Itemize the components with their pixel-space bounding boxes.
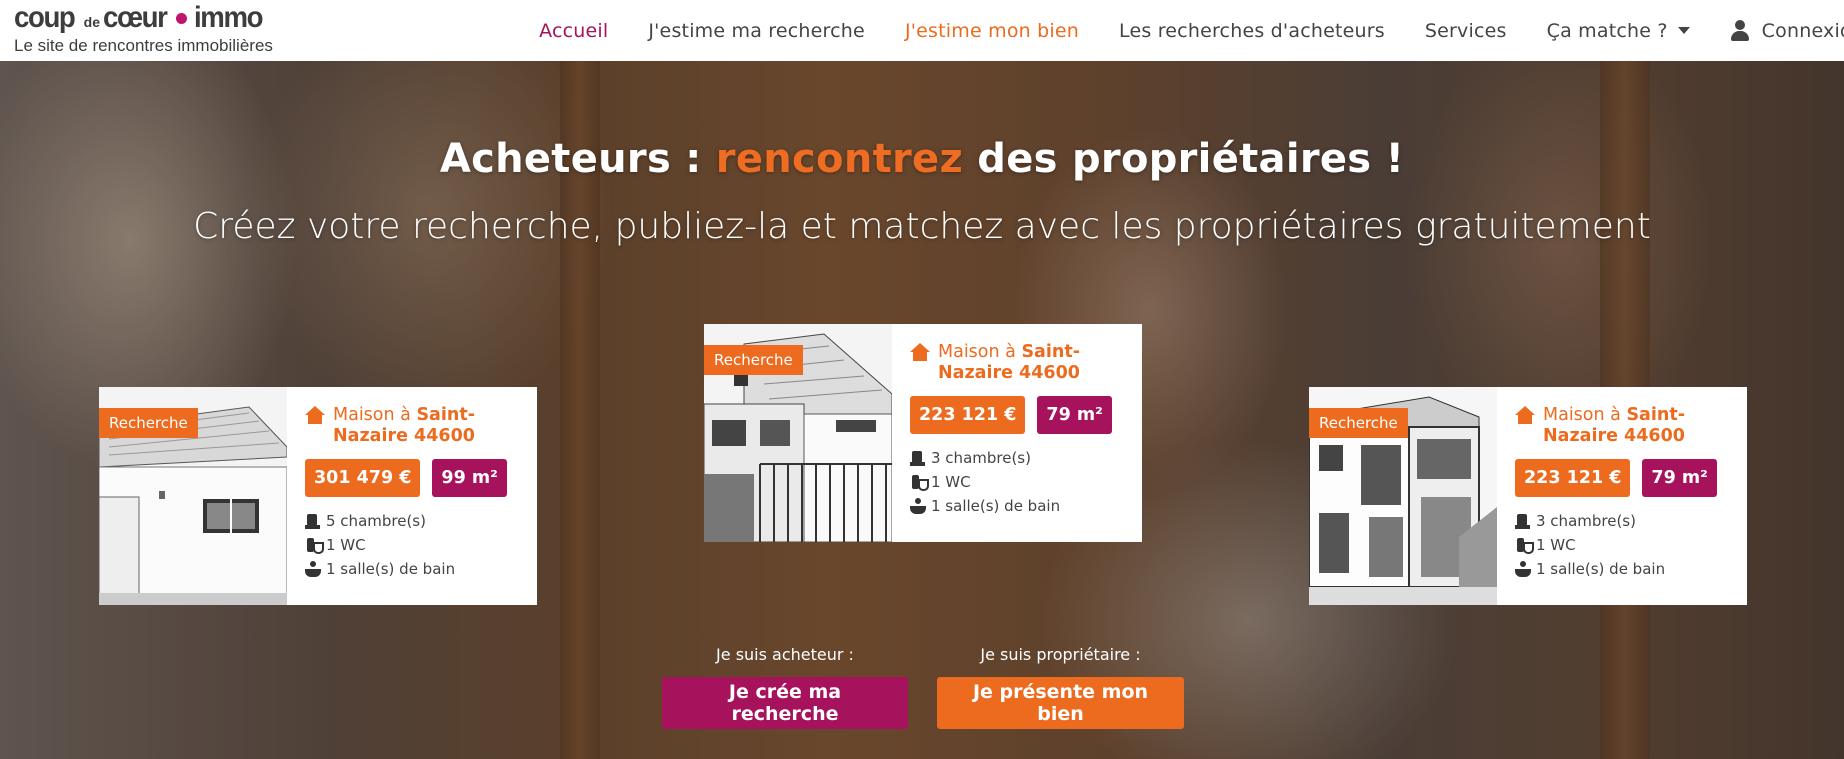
toilet-icon	[1515, 537, 1534, 554]
hero-title-part: des propriétaires !	[963, 136, 1405, 182]
site-logo[interactable]: coup de cœur immo Le site de rencontres …	[14, 1, 294, 56]
bath-icon	[1515, 561, 1531, 577]
listing-features: 3 chambre(s) 1 WC 1 salle(s) de bain	[1515, 509, 1747, 581]
listing-type: Maison à	[1543, 405, 1627, 425]
bed-icon	[910, 450, 926, 466]
logo-dot-icon	[176, 12, 188, 24]
listing-type: Maison à	[938, 342, 1022, 362]
listing-title[interactable]: Maison à Saint-Nazaire 44600	[910, 342, 1142, 384]
feature-wc: 1 WC	[305, 533, 537, 557]
nav-item-ca-matche-dropdown[interactable]: Ça matche ?	[1547, 20, 1690, 42]
feature-text: 3 chambre(s)	[931, 449, 1031, 467]
feature-text: 1 WC	[1536, 536, 1576, 554]
search-badge: Recherche	[704, 345, 803, 375]
nav-item-accueil[interactable]: Accueil	[539, 20, 608, 42]
bath-icon	[910, 498, 926, 514]
price-badge: 223 121 €	[910, 396, 1026, 434]
feature-text: 3 chambre(s)	[1536, 512, 1636, 530]
listing-details: Maison à Saint-Nazaire 44600 223 121 € 7…	[892, 324, 1142, 542]
hero-section: Acheteurs : rencontrez des propriétaires…	[0, 61, 1844, 759]
owner-label: Je suis propriétaire :	[980, 645, 1141, 664]
home-icon	[1515, 406, 1535, 425]
listing-type: Maison à	[333, 405, 417, 425]
listing-image: Recherche	[704, 324, 892, 542]
feature-text: 1 WC	[326, 536, 366, 554]
top-navbar: coup de cœur immo Le site de rencontres …	[0, 0, 1844, 61]
listing-title-text: Maison à Saint-Nazaire 44600	[1543, 405, 1747, 447]
toilet-icon	[305, 537, 324, 554]
listing-title-text: Maison à Saint-Nazaire 44600	[333, 405, 537, 447]
hero-title: Acheteurs : rencontrez des propriétaires…	[0, 136, 1844, 182]
listing-features: 5 chambre(s) 1 WC 1 salle(s) de bain	[305, 509, 537, 581]
listing-title[interactable]: Maison à Saint-Nazaire 44600	[305, 405, 537, 447]
price-badge: 223 121 €	[1515, 459, 1631, 497]
listing-title[interactable]: Maison à Saint-Nazaire 44600	[1515, 405, 1747, 447]
bed-icon	[305, 513, 321, 529]
listing-tags: 223 121 € 79 m²	[910, 396, 1142, 434]
logo-text-de: de	[83, 14, 101, 30]
logo-text-coup: coup	[14, 1, 76, 34]
area-badge: 79 m²	[1642, 459, 1717, 497]
area-badge: 99 m²	[432, 459, 507, 497]
feature-wc: 1 WC	[910, 470, 1142, 494]
hero-title-accent: rencontrez	[715, 136, 964, 182]
feature-text: 1 WC	[931, 473, 971, 491]
bath-icon	[305, 561, 321, 577]
feature-text: 1 salle(s) de bain	[1536, 560, 1666, 578]
present-property-button[interactable]: Je présente mon bien	[937, 677, 1184, 729]
create-search-button[interactable]: Je crée ma recherche	[662, 677, 908, 729]
price-badge: 301 479 €	[305, 459, 421, 497]
home-icon	[305, 406, 325, 425]
logo-text-coeur: cœur	[103, 1, 168, 34]
listing-title-text: Maison à Saint-Nazaire 44600	[938, 342, 1142, 384]
listing-tags: 223 121 € 79 m²	[1515, 459, 1747, 497]
feature-bathrooms: 1 salle(s) de bain	[1515, 557, 1747, 581]
nav-item-services[interactable]: Services	[1425, 20, 1507, 42]
listing-details: Maison à Saint-Nazaire 44600 301 479 € 9…	[287, 387, 537, 605]
feature-bedrooms: 5 chambre(s)	[305, 509, 537, 533]
logo-text-immo: immo	[194, 1, 263, 34]
listing-image: Recherche	[99, 387, 287, 605]
hero-title-part: Acheteurs :	[439, 136, 716, 182]
listing-card[interactable]: Recherche Maison à Saint-Nazaire 44600 3…	[99, 387, 537, 605]
nav-item-estime-recherche[interactable]: J'estime ma recherche	[648, 20, 865, 42]
listing-image: Recherche	[1309, 387, 1497, 605]
user-icon	[1730, 19, 1750, 42]
feature-text: 5 chambre(s)	[326, 512, 426, 530]
logo-wordmark: coup de cœur immo	[14, 1, 294, 34]
feature-bathrooms: 1 salle(s) de bain	[305, 557, 537, 581]
main-nav: Accueil J'estime ma recherche J'estime m…	[539, 0, 1844, 61]
hero-subtitle: Créez votre recherche, publiez-la et mat…	[193, 206, 1651, 247]
feature-text: 1 salle(s) de bain	[931, 497, 1061, 515]
bed-icon	[1515, 513, 1531, 529]
home-icon	[910, 343, 930, 362]
nav-item-recherches-acheteurs[interactable]: Les recherches d'acheteurs	[1119, 20, 1385, 42]
listing-card[interactable]: Recherche Maison à Saint-Nazaire 44600 2…	[704, 324, 1142, 542]
nav-item-estime-bien[interactable]: J'estime mon bien	[905, 20, 1079, 42]
feature-text: 1 salle(s) de bain	[326, 560, 456, 578]
feature-wc: 1 WC	[1515, 533, 1747, 557]
listing-features: 3 chambre(s) 1 WC 1 salle(s) de bain	[910, 446, 1142, 518]
login-label: Connexion	[1761, 19, 1844, 42]
search-badge: Recherche	[1309, 408, 1408, 438]
toilet-icon	[910, 474, 929, 491]
search-badge: Recherche	[99, 408, 198, 438]
logo-tagline: Le site de rencontres immobilières	[14, 36, 273, 55]
listing-tags: 301 479 € 99 m²	[305, 459, 537, 497]
feature-bedrooms: 3 chambre(s)	[910, 446, 1142, 470]
listing-card[interactable]: Recherche Maison à Saint-Nazaire 44600 2…	[1309, 387, 1747, 605]
feature-bedrooms: 3 chambre(s)	[1515, 509, 1747, 533]
area-badge: 79 m²	[1037, 396, 1112, 434]
listing-details: Maison à Saint-Nazaire 44600 223 121 € 7…	[1497, 387, 1747, 605]
buyer-label: Je suis acheteur :	[716, 645, 854, 664]
feature-bathrooms: 1 salle(s) de bain	[910, 494, 1142, 518]
login-link[interactable]: Connexion	[1730, 19, 1844, 42]
